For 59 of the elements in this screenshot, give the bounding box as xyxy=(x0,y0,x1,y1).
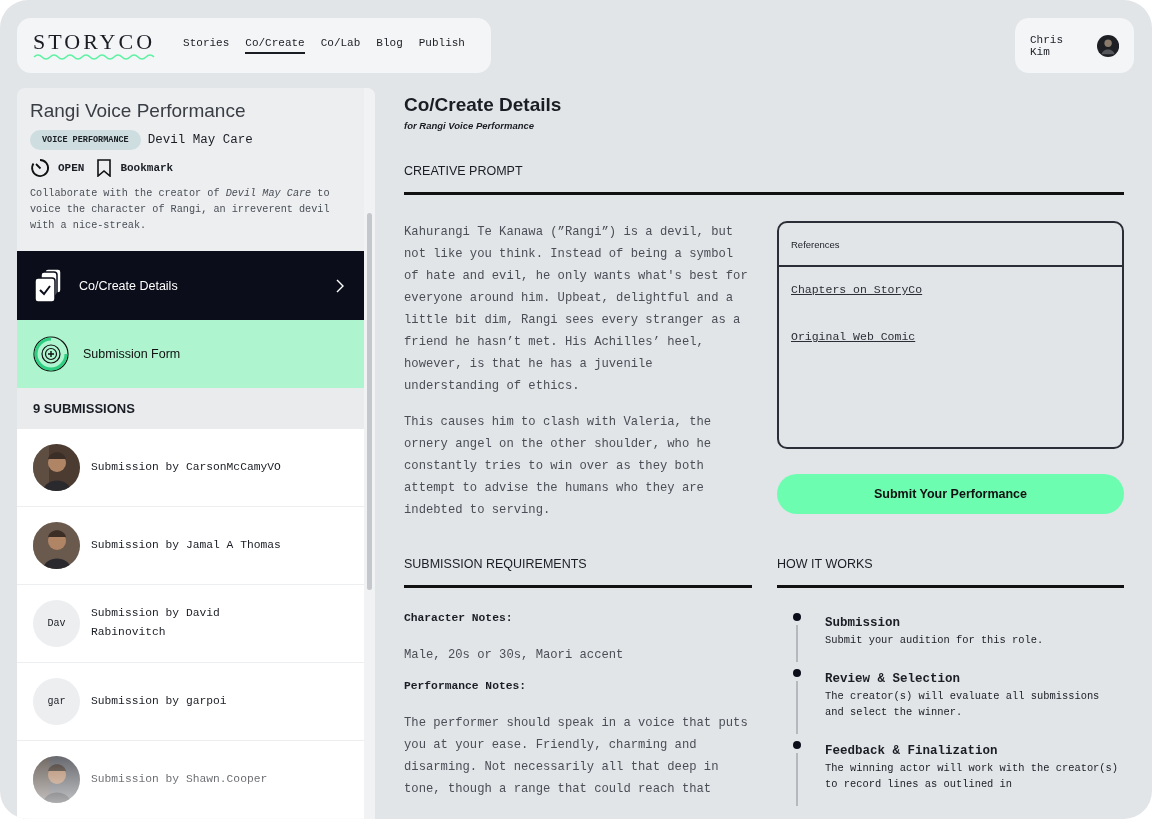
reference-link[interactable]: Original Web Comic xyxy=(791,330,916,343)
scrollbar-thumb[interactable] xyxy=(367,213,372,590)
page-title: Co/Create Details xyxy=(404,94,563,116)
submission-label: Submission by garpoi xyxy=(91,693,228,709)
requirement-text: The performer should speak in a voice that puts you at your ease. Friendly, charming and disarming. Not necessarily all that deep in tone, though a range that could reach that xyxy=(404,715,749,798)
avatar-icon[interactable] xyxy=(1096,33,1119,58)
step-description: Submit your audition for this role. xyxy=(825,633,1045,648)
chevron-right-icon xyxy=(336,278,344,293)
step-title: Feedback & Finalization xyxy=(825,744,999,758)
submission-label: Submission by CarsonMcCamyVO xyxy=(91,459,282,475)
nav-link[interactable]: Publish xyxy=(418,37,465,54)
avatar-initials: Dav xyxy=(33,599,80,647)
project-title: Rangi Voice Performance xyxy=(30,100,247,122)
submission-label: Submission by Jamal A Thomas xyxy=(91,537,282,553)
submission-item[interactable]: Submission by Jamal A Thomas xyxy=(17,506,364,585)
bookmark-icon[interactable] xyxy=(96,159,113,177)
sidebar-menu-item[interactable]: Co/Create Details xyxy=(17,251,364,320)
story-title: Devil May Care xyxy=(147,133,253,147)
nav-link[interactable]: Co/Create xyxy=(245,37,305,54)
step-title: Submission xyxy=(825,616,901,630)
timeline-dot xyxy=(793,741,801,749)
sidebar-menu-item[interactable]: Submission Form xyxy=(17,319,364,388)
logo[interactable]: STORYCO xyxy=(33,30,156,53)
status-label: OPEN xyxy=(58,162,85,174)
submit-performance-button[interactable]: Submit Your Performance xyxy=(777,474,1124,514)
submission-item[interactable]: Submission by CarsonMcCamyVO xyxy=(17,428,364,507)
wave-underline-icon xyxy=(33,52,155,61)
bookmark-link[interactable]: Bookmark xyxy=(120,162,174,174)
nav-link[interactable]: Blog xyxy=(376,37,403,54)
requirement-label: Performance Notes: xyxy=(404,680,528,692)
submission-item[interactable]: Submission by Shawn.Cooper xyxy=(17,740,364,819)
category-tag: VOICE PERFORMANCE xyxy=(30,130,141,150)
submission-label: Submission by Shawn.Cooper xyxy=(91,771,269,787)
step-description: The winning actor will work with the creator(s) to record lines as outlined in xyxy=(825,761,1120,792)
prompt-paragraph: Kahurangi Te Kanawa (”Rangi”) is a devil, but not like you think. Instead of being a symbol of hate and evil, he only wants what's best for everyone around him. Upbeat, delightful and a little bit dim, Rangi sees every stranger as a friend he hasn’t met. His Achilles’ heel, however, is that he has a juvenile understanding of ethics. xyxy=(404,224,749,395)
submission-item[interactable]: gar Submission by garpoi xyxy=(17,662,364,741)
menu-label: Co/Create Details xyxy=(79,278,179,293)
step-description: The creator(s) will evaluate all submissions and select the winner. xyxy=(825,689,1101,720)
target-plus-icon xyxy=(33,335,69,372)
references-title: References xyxy=(791,238,840,250)
project-description: Collaborate with the creator of Devil May Care to voice the character of Rangi, an irreverent devil with a nice-streak. xyxy=(30,187,331,233)
section-heading: HOW IT WORKS xyxy=(777,557,1124,588)
page-subtitle: for Rangi Voice Performance xyxy=(404,120,536,131)
nav-link[interactable]: Stories xyxy=(183,37,230,54)
nav-link[interactable]: Co/Lab xyxy=(320,37,361,54)
submission-item[interactable]: Dav Submission by David Rabinovitch xyxy=(17,584,364,663)
prompt-paragraph: This causes him to clash with Valeria, the ornery angel on the other shoulder, who he constantly tries to win over as they both attempt to advise the humans who they are indebted to serving. xyxy=(404,414,713,519)
requirement-label: Character Notes: xyxy=(404,612,514,624)
timeline-dot xyxy=(793,613,801,621)
section-heading: CREATIVE PROMPT xyxy=(404,164,1124,195)
timeline-dot xyxy=(793,669,801,677)
reference-link[interactable]: Chapters on StoryCo xyxy=(791,283,923,296)
section-heading: SUBMISSION REQUIREMENTS xyxy=(404,557,752,588)
timer-icon xyxy=(30,158,50,178)
avatar-initials: gar xyxy=(33,677,80,725)
step-title: Review & Selection xyxy=(825,672,962,686)
menu-label: Submission Form xyxy=(83,346,182,361)
submission-label: Submission by David Rabinovitch xyxy=(91,606,221,641)
requirement-text: Male, 20s or 30s, Maori accent xyxy=(404,647,625,664)
